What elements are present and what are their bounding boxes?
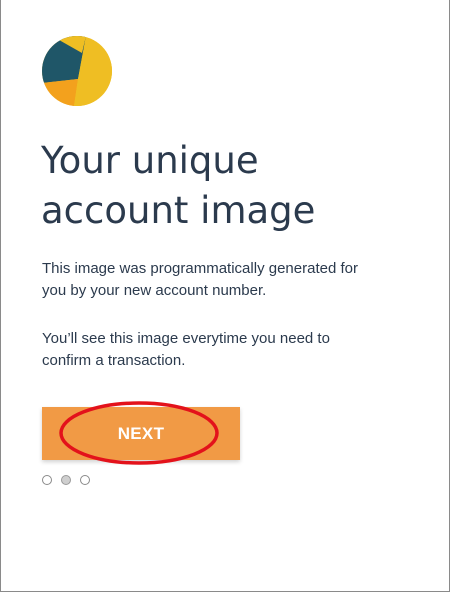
description-line-2: you by your new account number. (42, 282, 267, 299)
description-paragraph: This image was programmatically generate… (42, 258, 422, 302)
next-button[interactable]: NEXT (42, 407, 240, 460)
page-dot-2-active[interactable] (61, 475, 71, 485)
page-dot-3[interactable] (80, 475, 90, 485)
page-title: Your unique account image (41, 136, 421, 236)
description-line-1: This image was programmatically generate… (42, 260, 358, 277)
account-image-icon (42, 36, 112, 106)
pagination-dots (42, 475, 90, 485)
transaction-note-paragraph: You’ll see this image everytime you need… (42, 328, 422, 372)
page-dot-1[interactable] (42, 475, 52, 485)
title-line-2: account image (41, 189, 316, 232)
onboarding-panel: Your unique account image This image was… (0, 0, 450, 592)
transaction-note-line-2: confirm a transaction. (42, 352, 186, 369)
transaction-note-line-1: You’ll see this image everytime you need… (42, 330, 330, 347)
title-line-1: Your unique (41, 139, 259, 182)
